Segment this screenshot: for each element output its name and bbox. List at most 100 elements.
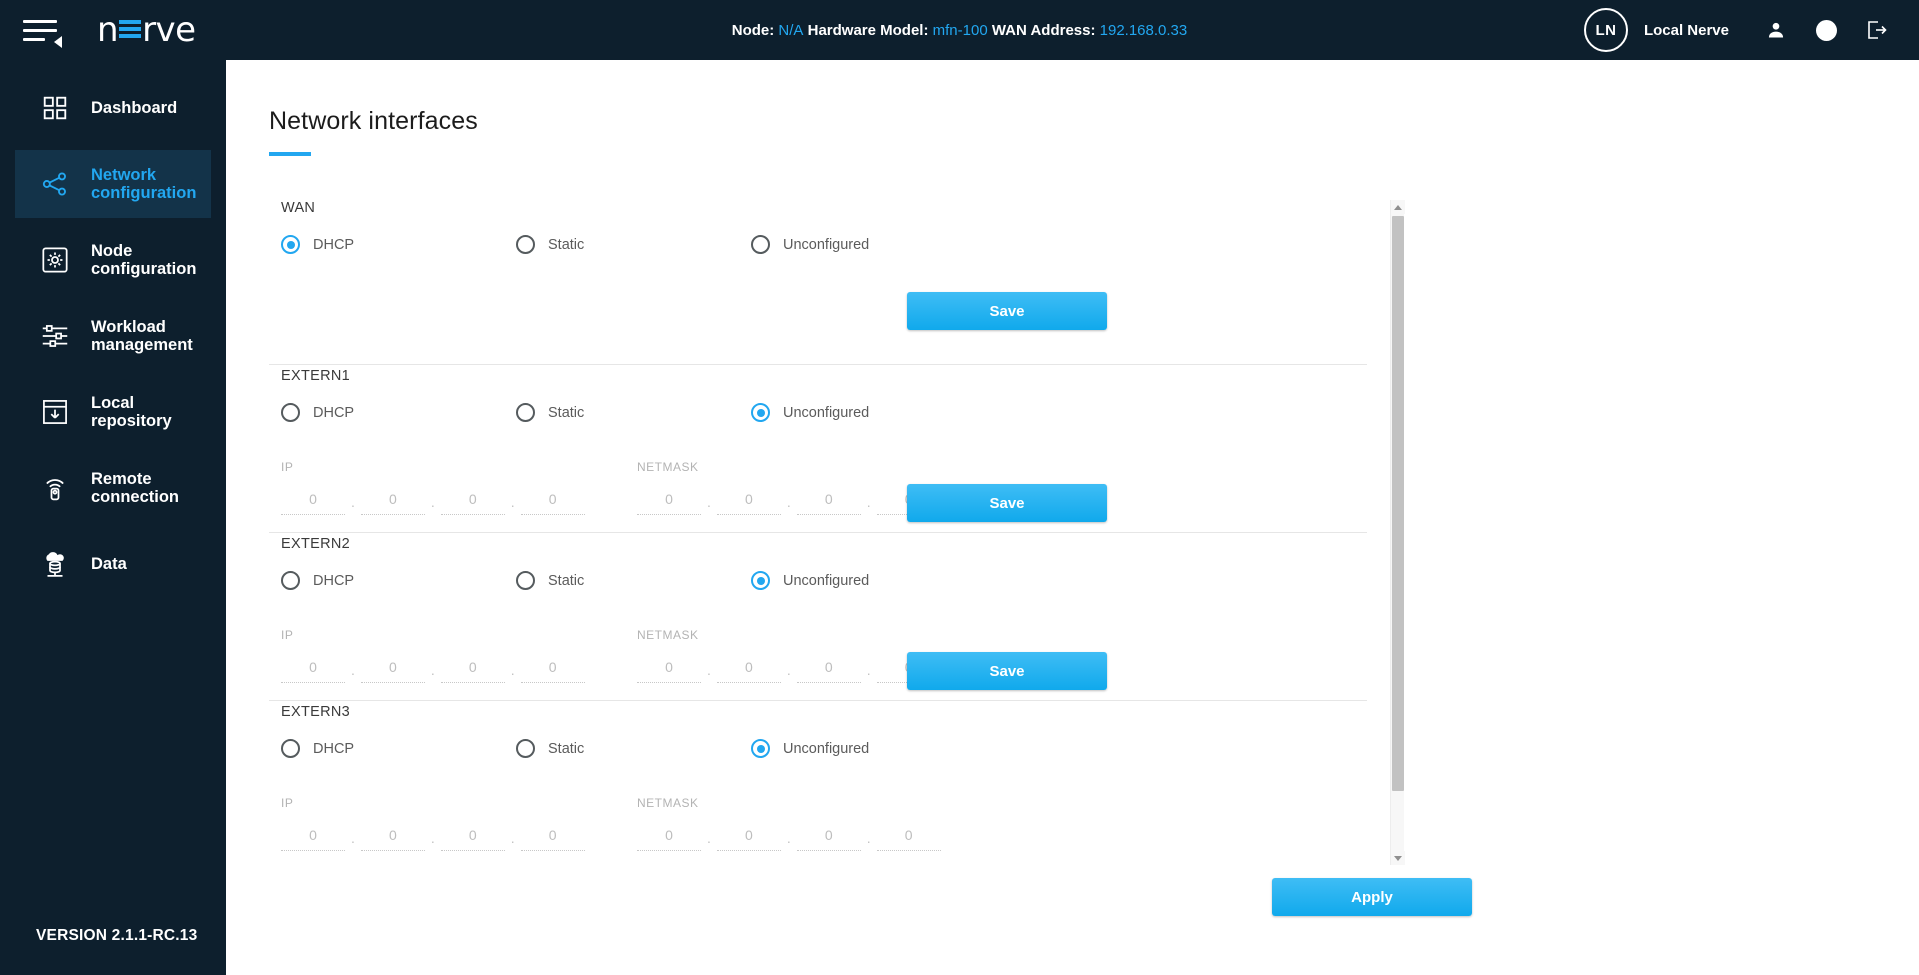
logout-icon[interactable]: [1851, 0, 1901, 60]
netmask-field-group: NETMASK0.0.0.0: [637, 796, 941, 851]
octet-inputs: 0. 0. 0. 0: [281, 491, 585, 515]
ip-octet-input[interactable]: 0: [360, 491, 425, 515]
person-icon[interactable]: [1751, 0, 1801, 60]
save-button[interactable]: Save: [907, 652, 1107, 690]
nerve-logo[interactable]: n rve: [97, 10, 196, 50]
interface-name-label: EXTERN3: [281, 704, 350, 720]
netmask-label: NETMASK: [637, 460, 699, 474]
sidebar-item-local-repository[interactable]: Local repository: [15, 378, 211, 446]
netmask-octet-input[interactable]: 0: [637, 827, 701, 851]
ip-octet-input[interactable]: 0: [520, 491, 585, 515]
octet-value: 0: [665, 827, 673, 843]
radio-mark-icon: [281, 739, 300, 758]
ip-octet-input[interactable]: 0: [440, 827, 505, 851]
vertical-scrollbar[interactable]: [1390, 200, 1405, 865]
radio-dhcp[interactable]: DHCP: [281, 403, 516, 422]
octet-separator: .: [866, 830, 871, 846]
sidebar-item-label: Network configuration: [91, 165, 197, 202]
radio-static[interactable]: Static: [516, 571, 751, 590]
status-dot-icon[interactable]: [1801, 0, 1851, 60]
ip-octet-input[interactable]: 0: [440, 491, 505, 515]
collapse-arrow-icon: [54, 36, 62, 48]
radio-dhcp[interactable]: DHCP: [281, 571, 516, 590]
radio-static[interactable]: Static: [516, 403, 751, 422]
ip-octet-input[interactable]: 0: [440, 659, 505, 683]
netmask-octet-input[interactable]: 0: [716, 491, 781, 515]
save-button[interactable]: Save: [907, 292, 1107, 330]
ip-label: IP: [281, 796, 294, 810]
interface-name-label: EXTERN2: [281, 536, 350, 552]
avatar[interactable]: LN: [1583, 8, 1628, 52]
radio-dhcp[interactable]: DHCP: [281, 235, 516, 254]
node-label: Node:: [731, 21, 775, 39]
octet-value: 0: [744, 659, 753, 675]
ip-octet-input[interactable]: 0: [281, 827, 345, 851]
interface-mode-radio-group: DHCP Static Unconfigured: [269, 403, 1367, 422]
radio-label: Static: [548, 572, 585, 589]
hardware-model-value: mfn-100: [932, 21, 988, 39]
sidebar-item-dashboard[interactable]: Dashboard: [15, 74, 211, 142]
octet-separator: .: [866, 662, 871, 678]
sidebar-item-remote-connection[interactable]: Remote connection: [15, 454, 211, 522]
node-info-bar: Node: N/A Hardware Model: mfn-100 WAN Ad…: [732, 22, 1187, 39]
octet-inputs: 0. 0. 0. 0: [281, 827, 585, 851]
radio-label: DHCP: [313, 740, 355, 757]
scrollbar-thumb[interactable]: [1392, 216, 1404, 791]
octet-value: 0: [665, 491, 673, 507]
save-button[interactable]: Save: [907, 484, 1107, 522]
ip-octet-input[interactable]: 0: [520, 659, 585, 683]
hardware-model-label: Hardware Model:: [807, 21, 929, 39]
interface-section: EXTERN2 DHCP Static Unconfigured IP 0. 0. 0. 0 NE…: [269, 536, 1367, 704]
interface-name-label: WAN: [281, 200, 316, 216]
ip-octet-input[interactable]: 0: [281, 659, 345, 683]
radio-label: Static: [548, 404, 585, 421]
netmask-octet-input[interactable]: 0: [796, 827, 861, 851]
sidebar-item-node-configuration[interactable]: Node configuration: [15, 226, 211, 294]
radio-static[interactable]: Static: [516, 739, 751, 758]
netmask-octet-input[interactable]: 0: [716, 827, 781, 851]
ip-field-group: IP 0. 0. 0. 0: [281, 796, 585, 851]
radio-unconfigured[interactable]: Unconfigured: [751, 571, 869, 590]
user-area: LN Local Nerve: [1583, 0, 1901, 60]
radio-unconfigured[interactable]: Unconfigured: [751, 739, 869, 758]
hamburger-menu-icon[interactable]: [23, 13, 65, 48]
apply-button[interactable]: Apply: [1272, 878, 1472, 916]
sidebar-item-data[interactable]: Data: [15, 530, 211, 598]
octet-inputs: 0. 0. 0. 0: [281, 659, 585, 683]
radio-unconfigured[interactable]: Unconfigured: [751, 403, 869, 422]
octet-value: 0: [468, 491, 477, 507]
sidebar-item-network-configuration[interactable]: Network configuration: [15, 150, 211, 218]
octet-value: 0: [468, 827, 477, 843]
octet-value: 0: [309, 491, 317, 507]
radio-unconfigured[interactable]: Unconfigured: [751, 235, 869, 254]
ip-octet-input[interactable]: 0: [360, 827, 425, 851]
netmask-octet-input[interactable]: 0: [637, 491, 701, 515]
netmask-field-group: NETMASK0.0.0.0: [637, 460, 941, 515]
netmask-octet-input[interactable]: 0: [796, 491, 861, 515]
netmask-octet-input[interactable]: 0: [716, 659, 781, 683]
radio-label: DHCP: [313, 236, 355, 253]
scroll-up-arrow-icon[interactable]: [1391, 200, 1405, 214]
radio-dhcp[interactable]: DHCP: [281, 739, 516, 758]
radio-mark-icon: [281, 571, 300, 590]
user-name: Local Nerve: [1643, 21, 1729, 39]
sidebar-item-label: Data: [91, 554, 127, 573]
ip-octet-input[interactable]: 0: [520, 827, 585, 851]
scroll-down-arrow-icon[interactable]: [1391, 851, 1405, 865]
netmask-octet-input[interactable]: 0: [876, 827, 941, 851]
interfaces-scroll-region: WAN DHCP Static Unconfigured Save EXTERN1 DHCP…: [269, 200, 1390, 865]
radio-mark-icon: [281, 403, 300, 422]
octet-value: 0: [824, 827, 833, 843]
section-divider: [269, 532, 1367, 533]
logo-text-post: rve: [142, 10, 196, 50]
octet-separator: .: [510, 662, 515, 678]
node-value: N/A: [778, 21, 804, 39]
interface-name-label: EXTERN1: [281, 368, 350, 384]
ip-octet-input[interactable]: 0: [360, 659, 425, 683]
netmask-octet-input[interactable]: 0: [796, 659, 861, 683]
netmask-octet-input[interactable]: 0: [637, 659, 701, 683]
sidebar-item-workload-management[interactable]: Workload management: [15, 302, 211, 370]
octet-value: 0: [548, 827, 557, 843]
radio-static[interactable]: Static: [516, 235, 751, 254]
ip-octet-input[interactable]: 0: [281, 491, 345, 515]
